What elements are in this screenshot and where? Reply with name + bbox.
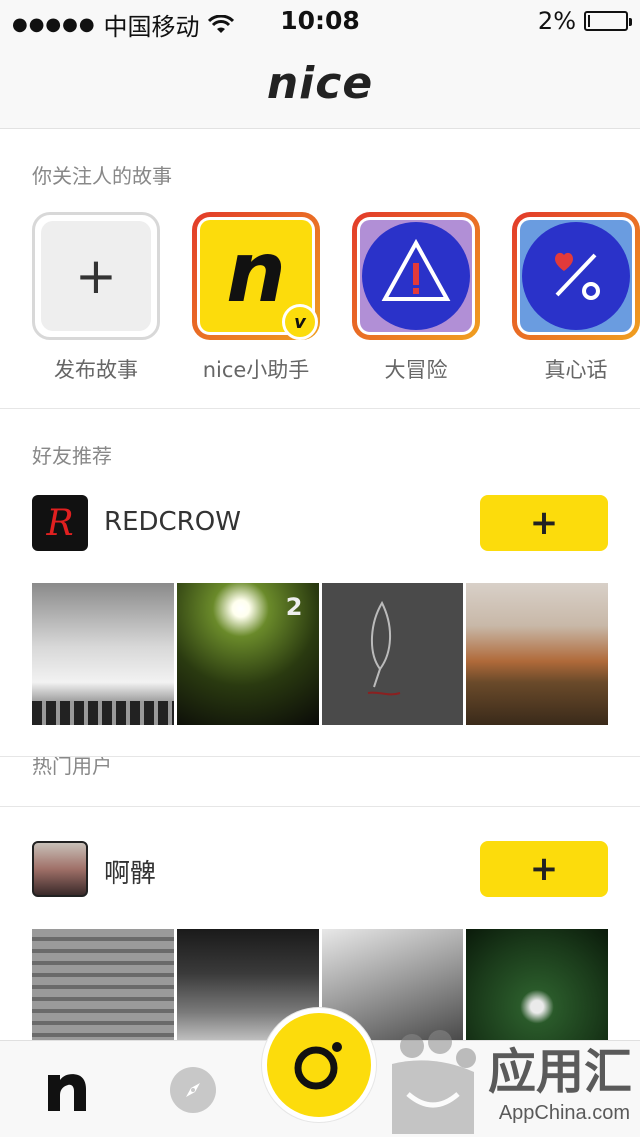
username[interactable]: 啊髀 [104,853,156,890]
dare-avatar [360,220,472,332]
story-add-frame[interactable]: + [32,212,160,340]
appchina-watermark: 应用汇 AppChina.com [378,1020,640,1136]
story-add[interactable]: + 发布故事 [32,212,160,384]
truth-avatar [520,220,632,332]
story-label: 大冒险 [384,358,448,382]
nav-bar: nice [0,40,640,129]
warning-triangle-icon [362,222,470,330]
follow-button[interactable]: + [480,495,608,551]
home-tab[interactable] [42,1067,90,1115]
plus-icon: + [41,221,151,331]
battery-percent: 2% [537,7,576,35]
feather-drawing [367,600,400,696]
heart-percent-icon [522,222,630,330]
recommend-user-row[interactable]: R REDCROW + [32,495,608,551]
nice-n-icon: n [226,223,286,321]
discover-tab[interactable] [170,1067,216,1113]
story-dare[interactable]: 大冒险 [352,212,480,384]
username[interactable]: REDCROW [104,507,241,537]
story-ring[interactable] [352,212,480,340]
verified-badge-letter: v [294,311,306,333]
section-divider [0,806,640,807]
multi-photo-count: 2 [285,593,303,621]
popular-user-row[interactable]: 啊髀 + [32,841,608,897]
watermark-mascot-icon [392,1030,476,1134]
section-divider [0,756,640,757]
recommend-photo-strip: 2 [32,583,608,725]
recommend-section-title: 好友推荐 [32,444,112,468]
story-label: 发布故事 [54,358,138,382]
app-logo: nice [266,58,374,109]
photo-thumbnail[interactable]: 2 [176,583,319,725]
status-right: 2% [537,7,632,35]
compass-icon [186,1083,200,1097]
verified-badge-icon: v [282,304,318,340]
watermark-subtext: AppChina.com [498,1102,630,1124]
avatar[interactable] [32,841,88,897]
photo-thumbnail[interactable] [32,583,174,725]
nice-n-icon [48,1074,86,1111]
avatar[interactable]: R [32,495,88,551]
follow-button[interactable]: + [480,841,608,897]
story-ring[interactable] [512,212,640,340]
popular-section-title: 热门用户 [32,754,112,778]
camera-lens-icon [294,1042,342,1090]
camera-button[interactable] [262,1008,376,1122]
story-truth[interactable]: 真心话 [512,212,640,384]
photo-thumbnail[interactable] [321,583,464,725]
stories-section-title: 你关注人的故事 [32,164,172,188]
section-divider [0,408,640,409]
battery-icon [584,11,632,31]
keyboard-stripes [32,701,174,725]
status-bar: ●●●●● 中国移动 10:08 2% [0,0,640,41]
photo-thumbnail[interactable] [32,929,174,1040]
photo-thumbnail[interactable] [466,583,608,725]
story-nice-helper[interactable]: n v nice小助手 [192,212,320,384]
story-label: 真心话 [544,358,608,382]
watermark-text: 应用汇 [487,1044,632,1100]
redcrow-avatar-letter: R [46,502,74,544]
story-label: nice小助手 [202,358,310,382]
